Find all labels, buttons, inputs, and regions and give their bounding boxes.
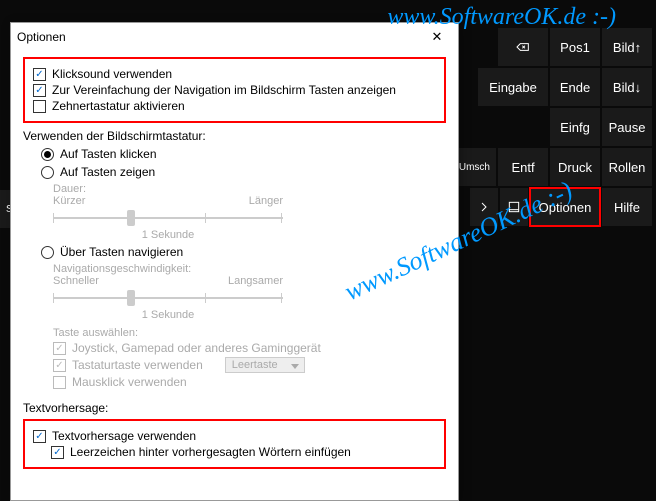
options-dialog: Optionen ✕ ✓ Klicksound verwenden ✓ Zur …	[10, 22, 459, 501]
clicksound-label: Klicksound verwenden	[52, 67, 172, 81]
joystick-checkbox: ✓	[53, 342, 66, 355]
scan-slider	[53, 287, 283, 309]
dialog-title: Optionen	[17, 30, 422, 44]
dialog-titlebar: Optionen ✕	[11, 23, 458, 51]
radio-click-label: Auf Tasten klicken	[60, 147, 157, 161]
delete-key[interactable]: Entf	[498, 148, 548, 186]
pause-key[interactable]: Pause	[602, 108, 652, 146]
kbkey-combo: Leertaste	[225, 357, 305, 373]
hover-slider-value: 1 Sekunde	[53, 229, 283, 241]
radio-scan[interactable]	[41, 246, 54, 259]
hover-longer-label: Länger	[249, 195, 283, 207]
mouseclick-checkbox	[53, 376, 66, 389]
mouseclick-label: Mausklick verwenden	[72, 375, 187, 389]
radio-scan-label: Über Tasten navigieren	[60, 245, 183, 259]
close-button[interactable]: ✕	[422, 25, 452, 49]
clicksound-checkbox[interactable]: ✓	[33, 68, 46, 81]
backspace-key[interactable]	[498, 28, 548, 66]
radio-click[interactable]	[41, 148, 54, 161]
numpad-checkbox[interactable]	[33, 100, 46, 113]
textpred-section-label: Textvorhersage:	[23, 401, 446, 415]
joystick-label: Joystick, Gamepad oder anderes Gamingger…	[72, 341, 321, 355]
help-key[interactable]: Hilfe	[602, 188, 652, 226]
textpred-checkbox[interactable]: ✓	[33, 430, 46, 443]
pos1-key[interactable]: Pos1	[550, 28, 600, 66]
onscreen-keyboard: Pos1 Bild↑ Eingabe Ende Bild↓ Einfg Paus…	[453, 28, 652, 228]
enter-key[interactable]: Eingabe	[478, 68, 548, 106]
scrolllock-key[interactable]: Rollen	[602, 148, 652, 186]
scan-speed-label: Navigationsgeschwindigkeit:	[53, 263, 446, 275]
spaceafter-label: Leerzeichen hinter vorhergesagten Wörter…	[70, 445, 351, 459]
radio-hover-label: Auf Tasten zeigen	[60, 165, 155, 179]
insert-key[interactable]: Einfg	[550, 108, 600, 146]
select-key-label: Taste auswählen:	[53, 327, 446, 339]
top-options-highlight: ✓ Klicksound verwenden ✓ Zur Vereinfachu…	[23, 57, 446, 123]
numpad-label: Zehnertastatur aktivieren	[52, 99, 185, 113]
navkeys-label: Zur Vereinfachung der Navigation im Bild…	[52, 83, 396, 97]
print-key[interactable]: Druck	[550, 148, 600, 186]
navkeys-checkbox[interactable]: ✓	[33, 84, 46, 97]
pagedown-key[interactable]: Bild↓	[602, 68, 652, 106]
options-key[interactable]: Optionen	[530, 188, 600, 226]
hover-slider	[53, 207, 283, 229]
scan-slower-label: Langsamer	[228, 275, 283, 287]
kbkey-checkbox: ✓	[53, 359, 66, 372]
hover-shorter-label: Kürzer	[53, 195, 85, 207]
use-osk-label: Verwenden der Bildschirmtastatur:	[23, 129, 446, 143]
arrow-right-key[interactable]	[470, 188, 498, 226]
textpred-label: Textvorhersage verwenden	[52, 429, 196, 443]
kbkey-label: Tastaturtaste verwenden	[72, 358, 203, 372]
end-key[interactable]: Ende	[550, 68, 600, 106]
shift-key-small[interactable]: Umsch	[453, 148, 496, 186]
pageup-key[interactable]: Bild↑	[602, 28, 652, 66]
hover-duration-label: Dauer:	[53, 183, 446, 195]
spaceafter-checkbox[interactable]: ✓	[51, 446, 64, 459]
radio-hover[interactable]	[41, 166, 54, 179]
textpred-highlight: ✓ Textvorhersage verwenden ✓ Leerzeichen…	[23, 419, 446, 469]
dock-icon-key[interactable]	[500, 188, 528, 226]
scan-faster-label: Schneller	[53, 275, 99, 287]
scan-slider-value: 1 Sekunde	[53, 309, 283, 321]
